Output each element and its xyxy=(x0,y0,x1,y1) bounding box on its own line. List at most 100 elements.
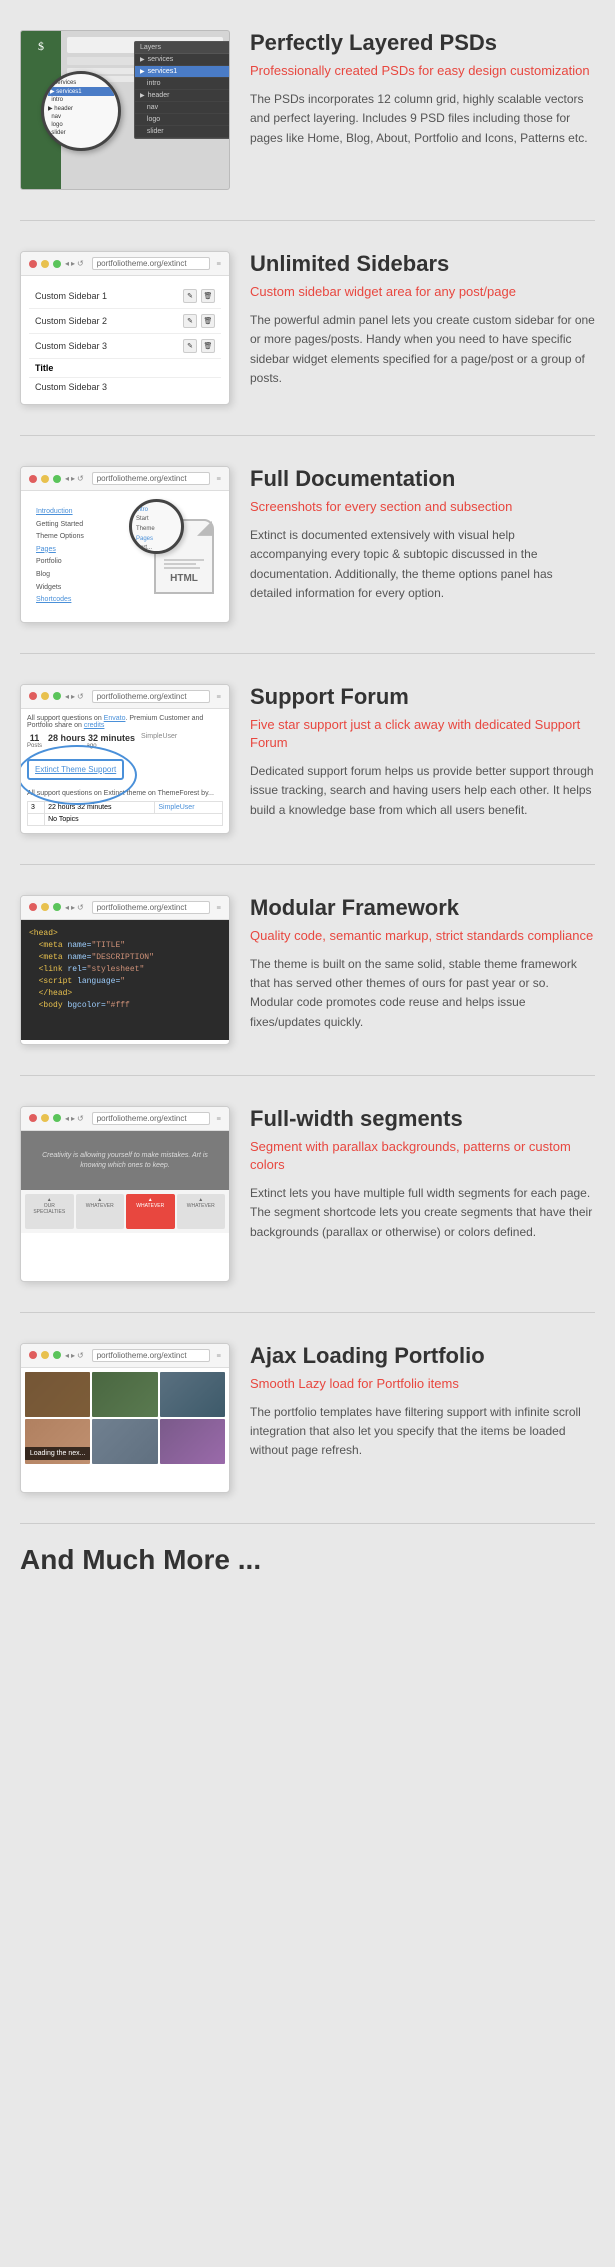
browser-menu-icon-support[interactable]: ≡ xyxy=(216,692,221,701)
support-forum-link[interactable]: Extinct Theme Support xyxy=(27,759,124,780)
doc-magnifier-content: Intro Start Theme Pages Port... xyxy=(132,502,181,554)
refresh-icon-support[interactable]: ↺ xyxy=(77,692,84,701)
back-arrow-support[interactable]: ◂ xyxy=(65,692,69,701)
stat-num-1: 11 xyxy=(30,733,40,743)
delete-icon-1[interactable]: 🗑 xyxy=(201,289,215,303)
browser-bar: ◂ ▸ ↺ portfoliotheme.org/extinct ≡ xyxy=(21,252,229,276)
delete-icon-2[interactable]: 🗑 xyxy=(201,314,215,328)
sidebars-subtitle: Custom sidebar widget area for any post/… xyxy=(250,283,595,301)
fullwidth-browser-content: Creativity is allowing yourself to make … xyxy=(21,1131,229,1281)
edit-icon-2[interactable]: ✎ xyxy=(183,314,197,328)
dot-red-fullwidth xyxy=(29,1114,37,1122)
dot-green-modular xyxy=(53,903,61,911)
dot-green xyxy=(53,260,61,268)
documentation-subtitle: Screenshots for every section and subsec… xyxy=(250,498,595,516)
refresh-icon-modular[interactable]: ↺ xyxy=(77,903,84,912)
mag-layer-row: nav xyxy=(48,113,114,121)
dot-yellow-support xyxy=(41,692,49,700)
stat-item-2: 28 hours 32 minutes ago xyxy=(48,733,135,749)
support-text-small-2: All support questions on Extinct theme o… xyxy=(27,790,223,797)
ajax-subtitle: Smooth Lazy load for Portfolio items xyxy=(250,1375,595,1393)
selected-sidebar-label: Custom Sidebar 3 xyxy=(35,382,107,392)
code-line-3: <meta name="DESCRIPTION" xyxy=(29,952,221,964)
credits-link[interactable]: credits xyxy=(84,722,105,729)
sidebars-description: The powerful admin panel lets you create… xyxy=(250,311,595,388)
table-row: 3 22 hours 32 minutes SimpleUser xyxy=(28,801,223,813)
browser-menu-icon-modular[interactable]: ≡ xyxy=(216,903,221,912)
back-arrow-fullwidth[interactable]: ◂ xyxy=(65,1114,69,1123)
table-cell-no-topics: No Topics xyxy=(45,813,223,825)
fullwidth-screenshot: ◂ ▸ ↺ portfoliotheme.org/extinct ≡ Creat… xyxy=(20,1106,230,1282)
browser-menu-icon-fullwidth[interactable]: ≡ xyxy=(216,1114,221,1123)
forward-arrow-doc[interactable]: ▸ xyxy=(71,474,75,483)
feature-block-2: ▲WHATEVER xyxy=(76,1194,125,1229)
browser-url-ajax: portfoliotheme.org/extinct xyxy=(92,1349,211,1362)
refresh-icon-ajax[interactable]: ↺ xyxy=(77,1351,84,1360)
edit-icon-3[interactable]: ✎ xyxy=(183,339,197,353)
mag-layer-row-selected: ▶ services1 xyxy=(48,87,114,96)
dot-red-ajax xyxy=(29,1351,37,1359)
sidebars-title: Unlimited Sidebars xyxy=(250,251,595,277)
fullwidth-subtitle: Segment with parallax backgrounds, patte… xyxy=(250,1138,595,1174)
back-arrow-doc[interactable]: ◂ xyxy=(65,474,69,483)
browser-bar-modular: ◂ ▸ ↺ portfoliotheme.org/extinct ≡ xyxy=(21,896,229,920)
modular-content: Modular Framework Quality code, semantic… xyxy=(250,895,595,1032)
support-description: Dedicated support forum helps us provide… xyxy=(250,762,595,820)
modular-title: Modular Framework xyxy=(250,895,595,921)
delete-icon-3[interactable]: 🗑 xyxy=(201,339,215,353)
and-more-section: And Much More ... xyxy=(0,1524,615,1606)
mag-line: Theme xyxy=(136,525,177,535)
psd-description: The PSDs incorporates 12 column grid, hi… xyxy=(250,90,595,148)
forward-arrow-ajax[interactable]: ▸ xyxy=(71,1351,75,1360)
sidebar-row-1: Custom Sidebar 1 ✎ 🗑 xyxy=(29,284,221,309)
psd-section: $ Layers ▶ services ▶ services1 intr xyxy=(0,0,615,220)
modular-code-content: <head> <meta name="TITLE" <meta name="DE… xyxy=(21,920,229,1040)
browser-menu-icon-ajax[interactable]: ≡ xyxy=(216,1351,221,1360)
code-line-6: </head> xyxy=(29,988,221,1000)
refresh-icon-fullwidth[interactable]: ↺ xyxy=(77,1114,84,1123)
browser-menu-icon[interactable]: ≡ xyxy=(216,259,221,268)
browser-bar-fullwidth: ◂ ▸ ↺ portfoliotheme.org/extinct ≡ xyxy=(21,1107,229,1131)
back-arrow[interactable]: ◂ xyxy=(65,259,69,268)
envato-link[interactable]: Envato xyxy=(104,715,126,722)
file-line xyxy=(164,567,200,569)
browser-bar-ajax: ◂ ▸ ↺ portfoliotheme.org/extinct ≡ xyxy=(21,1344,229,1368)
magnifier-content: ▶ services ▶ services1 intro ▶ header na… xyxy=(44,74,118,141)
layer-item: slider xyxy=(135,126,230,138)
layer-icon: ▶ xyxy=(140,68,145,75)
back-arrow-ajax[interactable]: ◂ xyxy=(65,1351,69,1360)
forward-arrow-fullwidth[interactable]: ▸ xyxy=(71,1114,75,1123)
documentation-content: Full Documentation Screenshots for every… xyxy=(250,466,595,603)
doc-list-item: Shortcodes xyxy=(36,594,146,607)
dot-yellow-ajax xyxy=(41,1351,49,1359)
browser-bar-support: ◂ ▸ ↺ portfoliotheme.org/extinct ≡ xyxy=(21,685,229,709)
layer-item: ▶ header xyxy=(135,90,230,102)
mag-layer-row: logo xyxy=(48,121,114,129)
mag-line: Pages xyxy=(136,535,177,545)
file-corner xyxy=(197,521,212,536)
modular-screenshot: ◂ ▸ ↺ portfoliotheme.org/extinct ≡ <head… xyxy=(20,895,230,1045)
portfolio-thumb-2 xyxy=(92,1372,157,1417)
table-cell: 3 xyxy=(28,801,45,813)
edit-icon-1[interactable]: ✎ xyxy=(183,289,197,303)
refresh-icon-doc[interactable]: ↺ xyxy=(77,474,84,483)
back-arrow-modular[interactable]: ◂ xyxy=(65,903,69,912)
layer-icon: ▶ xyxy=(140,56,145,63)
sidebar-row-icons: ✎ 🗑 xyxy=(183,289,215,303)
forward-arrow-support[interactable]: ▸ xyxy=(71,692,75,701)
feature-blocks: ▲OUR SPECIALTIES ▲WHATEVER ▲WHATEVER ▲WH… xyxy=(21,1190,229,1233)
mag-layer-row: slider xyxy=(48,129,114,137)
refresh-icon[interactable]: ↺ xyxy=(77,259,84,268)
code-line-5: <script language=" xyxy=(29,976,221,988)
dot-red xyxy=(29,260,37,268)
browser-menu-icon-doc[interactable]: ≡ xyxy=(216,474,221,483)
forward-arrow-modular[interactable]: ▸ xyxy=(71,903,75,912)
portfolio-thumb-4: Loading the nex... xyxy=(25,1419,90,1464)
dot-red-modular xyxy=(29,903,37,911)
user-label: SimpleUser xyxy=(141,733,177,740)
html-label: HTML xyxy=(170,573,198,584)
mag-layer-row: intro xyxy=(48,96,114,104)
browser-nav-fullwidth: ◂ ▸ ↺ xyxy=(65,1114,84,1123)
ajax-screenshot: ◂ ▸ ↺ portfoliotheme.org/extinct ≡ Loadi… xyxy=(20,1343,230,1493)
forward-arrow[interactable]: ▸ xyxy=(71,259,75,268)
